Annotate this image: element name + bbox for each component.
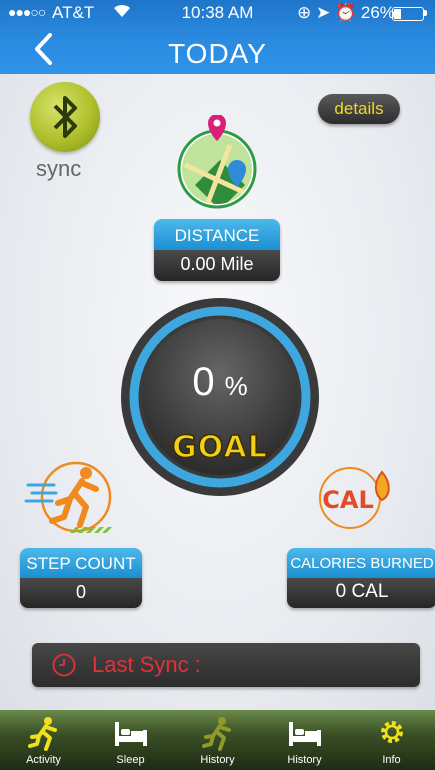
distance-card: DISTANCE 0.00 Mile (154, 219, 280, 281)
goal-percent-value: 0 (192, 360, 215, 404)
battery-icon (392, 7, 424, 21)
distance-value: 0.00 Mile (154, 250, 280, 281)
lock-rotation-icon: ⊕ (297, 3, 312, 22)
header-bar: ●●●○○ AT&T 10:38 AM ⊕ ➤ ⏰ 26% TODAY (0, 0, 435, 74)
gear-icon (381, 721, 403, 743)
tab-history-activity-label: History (200, 754, 235, 766)
goal-text-graphic: GOAL (171, 429, 268, 466)
runner-icon (202, 717, 231, 751)
last-sync-bar: Last Sync : (32, 643, 420, 687)
runner-icon (28, 717, 57, 751)
step-count-label: STEP COUNT (20, 548, 142, 578)
tab-history-activity[interactable]: History (174, 710, 261, 770)
goal-label: GOAL (170, 425, 270, 470)
tab-activity-label: Activity (26, 754, 61, 766)
battery-fill (394, 9, 401, 19)
goal-percent: 0% (120, 360, 320, 405)
step-count-value: 0 (20, 578, 142, 608)
tab-history-sleep-label: History (287, 754, 322, 766)
calories-card: CALORIES BURNED 0 CAL (287, 548, 435, 608)
goal-text: GOAL (172, 430, 268, 465)
battery-percent: 26% (360, 3, 395, 22)
tab-sleep[interactable]: Sleep (87, 710, 174, 770)
calories-icon: CAL (318, 452, 408, 532)
page-title: TODAY (168, 38, 267, 69)
map-icon (175, 114, 259, 210)
clock-icon (52, 653, 76, 682)
tab-activity[interactable]: Activity (0, 710, 87, 770)
bed-icon (115, 722, 147, 746)
status-indicators: ⊕ ➤ ⏰ 26% (297, 3, 395, 23)
step-runner-icon (24, 455, 124, 545)
tab-sleep-label: Sleep (116, 754, 145, 766)
calories-label: CALORIES BURNED (287, 548, 435, 578)
last-sync-label: Last Sync : (92, 652, 201, 677)
location-icon: ➤ (315, 3, 331, 22)
sync-button[interactable] (30, 82, 100, 152)
battery-tip (424, 10, 427, 16)
bluetooth-icon (53, 96, 77, 138)
status-bar: ●●●○○ AT&T 10:38 AM ⊕ ➤ ⏰ 26% (0, 0, 435, 26)
tab-history-sleep[interactable]: History (261, 710, 348, 770)
step-count-card: STEP COUNT 0 (20, 548, 142, 608)
tab-info[interactable]: Info (348, 710, 435, 770)
tab-bar: Activity Sleep History History Info (0, 710, 435, 770)
goal-percent-sign: % (224, 371, 248, 401)
calories-icon-text: CAL (322, 486, 373, 514)
sync-label: sync (36, 156, 82, 181)
bed-icon (289, 722, 321, 746)
distance-label: DISTANCE (154, 219, 280, 250)
calories-value: 0 CAL (287, 578, 435, 608)
tab-info-label: Info (382, 754, 401, 766)
alarm-icon: ⏰ (334, 3, 357, 22)
details-button[interactable]: details (318, 94, 400, 124)
